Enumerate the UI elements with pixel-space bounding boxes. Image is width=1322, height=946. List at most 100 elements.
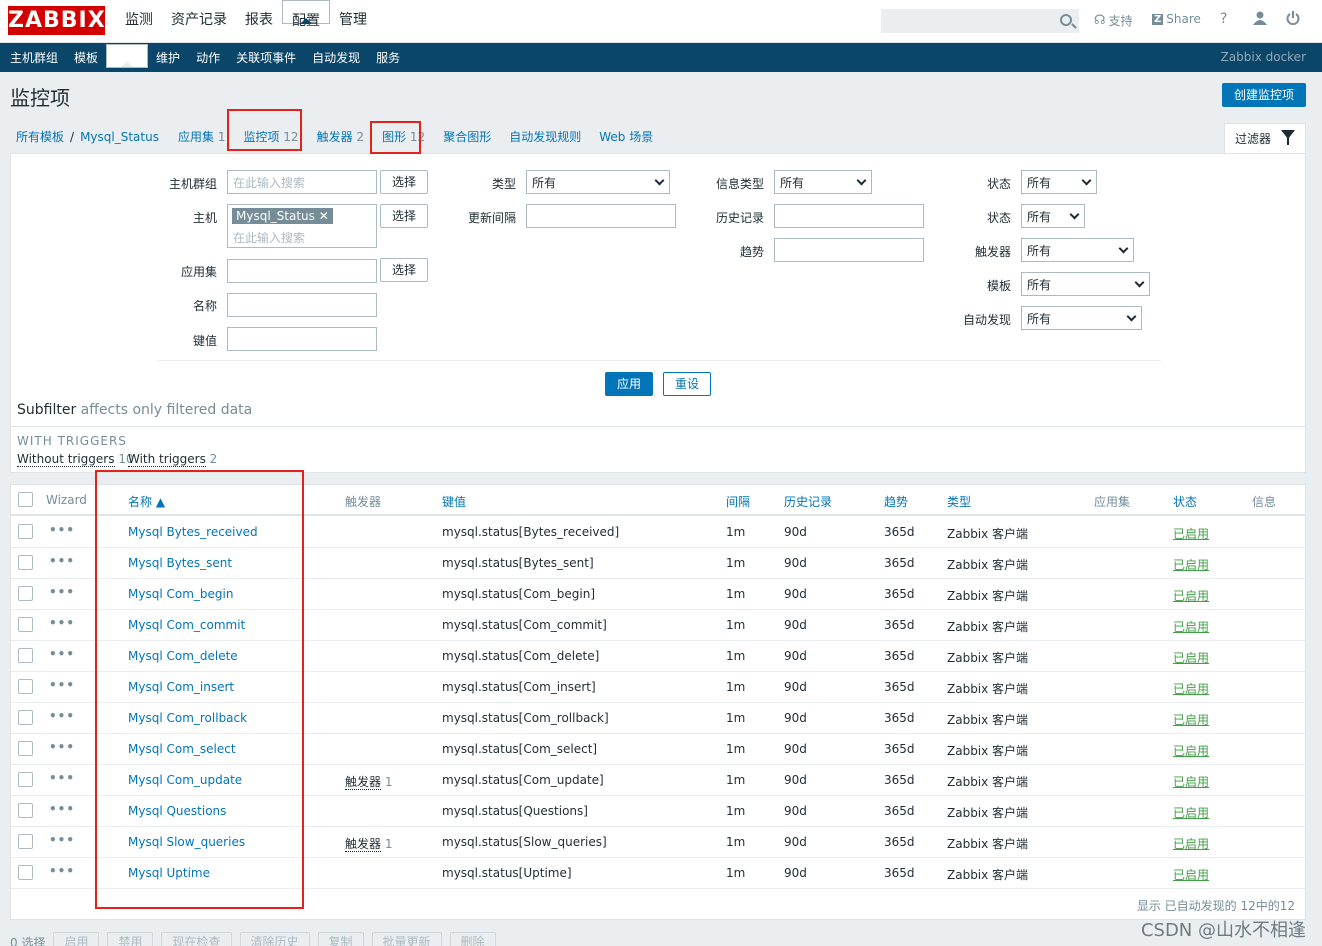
row-actions-menu-icon[interactable]: •••: [49, 833, 75, 847]
row-actions-menu-icon[interactable]: •••: [49, 523, 75, 537]
tab-items[interactable]: 监控项 12: [243, 128, 298, 145]
help-icon[interactable]: ?: [1220, 11, 1227, 27]
row-checkbox[interactable]: [18, 586, 33, 601]
row-actions-menu-icon[interactable]: •••: [49, 647, 75, 661]
enable-button[interactable]: 启用: [53, 932, 100, 946]
item-name-link[interactable]: Mysql Com_insert: [128, 680, 234, 694]
menu-reports[interactable]: 报表: [236, 0, 282, 43]
item-status-toggle[interactable]: 已启用: [1173, 649, 1209, 666]
item-status-toggle[interactable]: 已启用: [1173, 680, 1209, 697]
host-select-button[interactable]: 选择: [380, 204, 428, 228]
clear-history-button[interactable]: 清除历史: [239, 932, 310, 946]
remove-tag-icon[interactable]: ✕: [319, 209, 329, 223]
interval-input[interactable]: [526, 204, 676, 228]
column-trends-sort[interactable]: 趋势: [884, 493, 908, 510]
host-tag[interactable]: Mysql_Status ✕: [232, 208, 333, 224]
row-checkbox[interactable]: [18, 834, 33, 849]
menu-monitoring[interactable]: 监测: [116, 0, 162, 43]
item-status-toggle[interactable]: 已启用: [1173, 556, 1209, 573]
row-checkbox[interactable]: [18, 617, 33, 632]
tab-applications[interactable]: 应用集 1: [178, 128, 225, 145]
application-select-button[interactable]: 选择: [380, 258, 428, 282]
item-name-link[interactable]: Mysql Bytes_sent: [128, 556, 232, 570]
item-name-link[interactable]: Mysql Slow_queries: [128, 835, 245, 849]
column-type-sort[interactable]: 类型: [947, 493, 971, 510]
menu-administration[interactable]: 管理: [330, 0, 376, 43]
user-profile-icon[interactable]: [1253, 11, 1267, 25]
sign-out-icon[interactable]: [1286, 11, 1300, 25]
search-icon[interactable]: [1060, 14, 1072, 26]
disable-button[interactable]: 禁用: [107, 932, 154, 946]
host-multiselect[interactable]: Mysql_Status ✕ 在此输入搜索: [227, 204, 377, 248]
support-link[interactable]: ☊ 支持: [1094, 12, 1133, 29]
discovery-select[interactable]: 所有: [1021, 306, 1142, 330]
item-name-link[interactable]: Mysql Com_commit: [128, 618, 245, 632]
row-checkbox[interactable]: [18, 710, 33, 725]
row-actions-menu-icon[interactable]: •••: [49, 771, 75, 785]
copy-button[interactable]: 复制: [317, 932, 364, 946]
application-input[interactable]: [227, 259, 377, 283]
host-group-input[interactable]: 在此输入搜索: [227, 170, 377, 194]
row-actions-menu-icon[interactable]: •••: [49, 585, 75, 599]
trends-input[interactable]: [774, 238, 924, 262]
item-status-toggle[interactable]: 已启用: [1173, 525, 1209, 542]
item-triggers-link[interactable]: 触发器 1: [345, 773, 392, 790]
item-name-link[interactable]: Mysql Com_begin: [128, 587, 233, 601]
tab-graphs[interactable]: 图形 12: [382, 128, 425, 145]
row-actions-menu-icon[interactable]: •••: [49, 616, 75, 630]
key-input[interactable]: [227, 327, 377, 351]
reset-button[interactable]: 重设: [663, 372, 711, 396]
subfilter-with-triggers[interactable]: With triggers 2: [128, 452, 217, 467]
row-actions-menu-icon[interactable]: •••: [49, 802, 75, 816]
item-status-toggle[interactable]: 已启用: [1173, 742, 1209, 759]
column-key-sort[interactable]: 键值: [442, 493, 466, 510]
item-name-link[interactable]: Mysql Bytes_received: [128, 525, 258, 539]
item-status-toggle[interactable]: 已启用: [1173, 618, 1209, 635]
item-name-link[interactable]: Mysql Com_update: [128, 773, 242, 787]
status-select[interactable]: 所有: [1021, 204, 1085, 228]
tab-discovery-rules[interactable]: 自动发现规则: [509, 128, 581, 145]
row-checkbox[interactable]: [18, 772, 33, 787]
row-checkbox[interactable]: [18, 741, 33, 756]
row-checkbox[interactable]: [18, 865, 33, 880]
mass-update-button[interactable]: 批量更新: [371, 932, 442, 946]
share-link[interactable]: Z Share: [1152, 12, 1201, 26]
row-actions-menu-icon[interactable]: •••: [49, 864, 75, 878]
name-input[interactable]: [227, 293, 377, 317]
delete-button[interactable]: 删除: [449, 932, 496, 946]
menu-configuration[interactable]: 配置: [282, 0, 330, 29]
row-actions-menu-icon[interactable]: •••: [49, 678, 75, 692]
info-type-select[interactable]: 所有: [774, 170, 872, 194]
item-name-link[interactable]: Mysql Questions: [128, 804, 226, 818]
apply-button[interactable]: 应用: [605, 372, 653, 396]
item-status-toggle[interactable]: 已启用: [1173, 711, 1209, 728]
filter-tab[interactable]: 过滤器: [1224, 123, 1306, 154]
subnav-templates[interactable]: 模板: [66, 44, 106, 73]
subnav-services[interactable]: 服务: [368, 44, 408, 73]
item-status-toggle[interactable]: 已启用: [1173, 587, 1209, 604]
column-interval-sort[interactable]: 间隔: [726, 493, 750, 510]
template-select[interactable]: 所有: [1021, 272, 1150, 296]
row-checkbox[interactable]: [18, 648, 33, 663]
item-status-toggle[interactable]: 已启用: [1173, 835, 1209, 852]
column-name-sort[interactable]: 名称 ▲: [128, 493, 165, 510]
column-status-sort[interactable]: 状态: [1173, 493, 1197, 510]
subnav-discovery[interactable]: 自动发现: [304, 44, 368, 73]
column-history-sort[interactable]: 历史记录: [784, 493, 832, 510]
subnav-hosts[interactable]: 主机: [106, 44, 149, 68]
triggers-select[interactable]: 所有: [1021, 238, 1134, 262]
zabbix-logo[interactable]: ZABBIX: [8, 6, 105, 35]
tab-web-scenarios[interactable]: Web 场景: [599, 128, 653, 145]
state-select[interactable]: 所有: [1021, 170, 1097, 194]
subnav-host-groups[interactable]: 主机群组: [2, 44, 66, 73]
breadcrumb-template[interactable]: Mysql_Status: [80, 130, 159, 144]
breadcrumb-all-templates[interactable]: 所有模板: [16, 128, 64, 145]
tab-screens[interactable]: 聚合图形: [443, 128, 491, 145]
row-checkbox[interactable]: [18, 679, 33, 694]
item-status-toggle[interactable]: 已启用: [1173, 773, 1209, 790]
item-name-link[interactable]: Mysql Com_delete: [128, 649, 238, 663]
row-checkbox[interactable]: [18, 555, 33, 570]
item-triggers-link[interactable]: 触发器 1: [345, 835, 392, 852]
row-actions-menu-icon[interactable]: •••: [49, 740, 75, 754]
item-status-toggle[interactable]: 已启用: [1173, 804, 1209, 821]
